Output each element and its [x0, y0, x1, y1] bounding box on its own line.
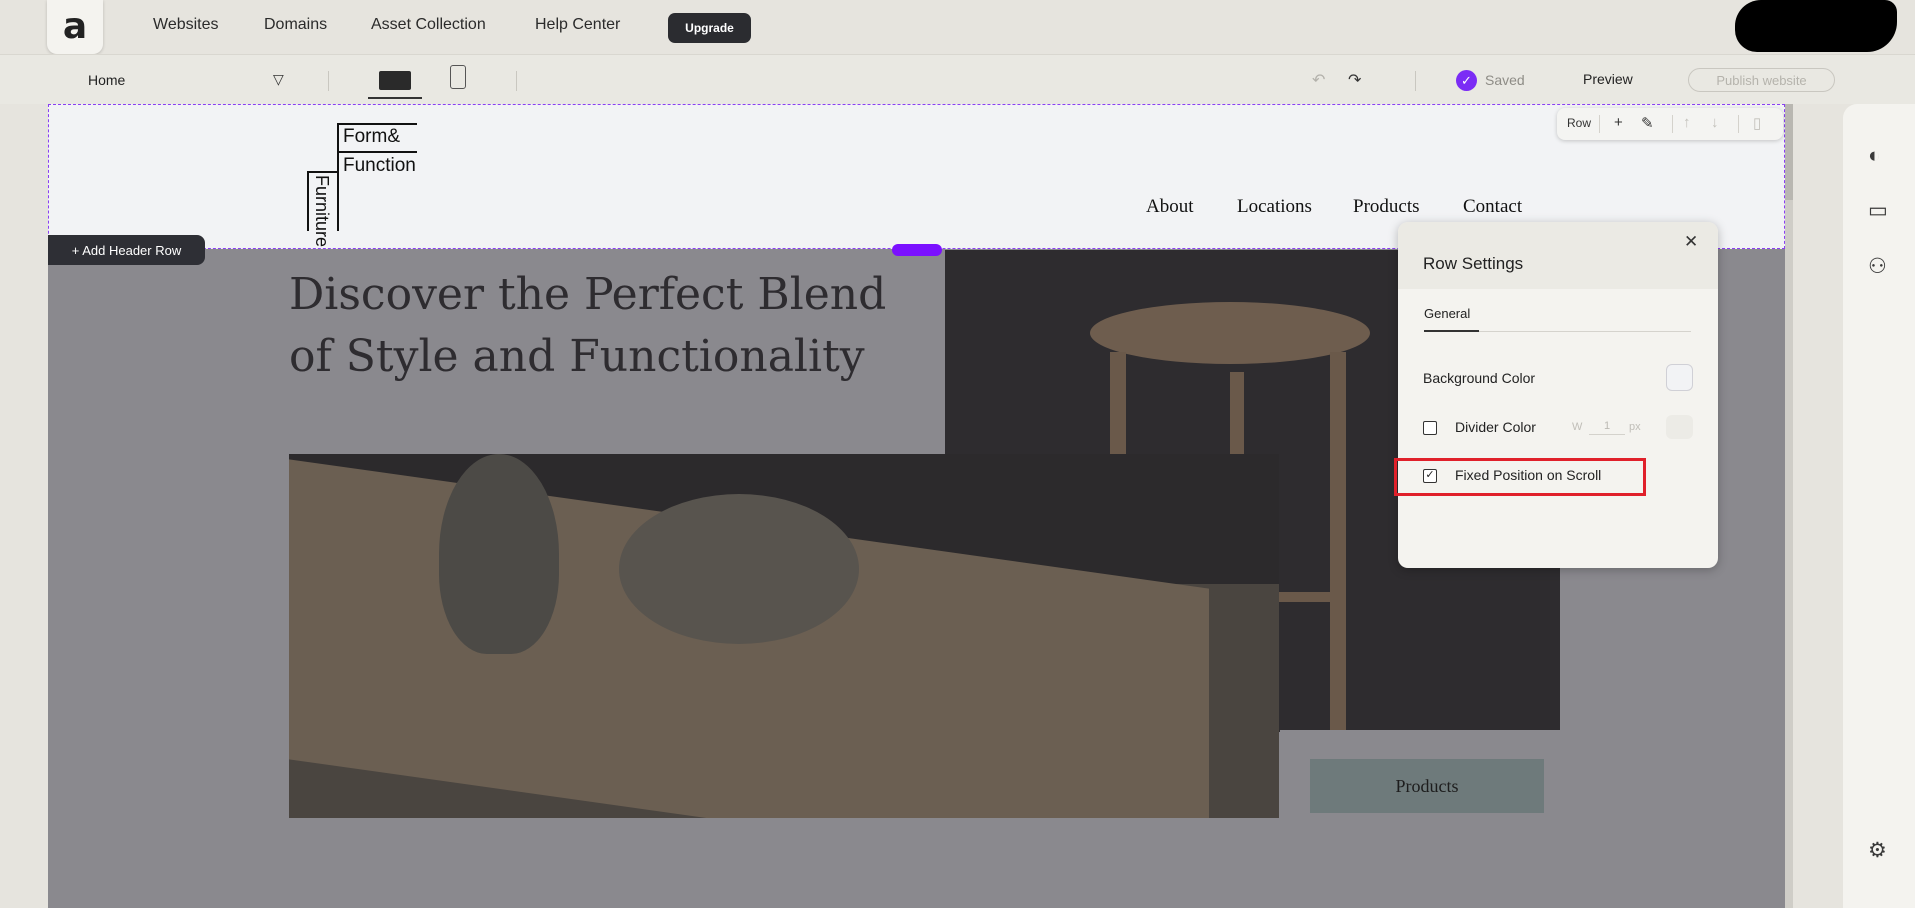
nav-asset-collection[interactable]: Asset Collection: [371, 16, 486, 34]
arrow-up-icon[interactable]: ↑: [1683, 114, 1691, 131]
app-logo[interactable]: a: [47, 0, 103, 54]
divider-color-checkbox[interactable]: [1423, 421, 1437, 435]
divider-color-label: Divider Color: [1455, 419, 1536, 435]
logo-line: [337, 123, 417, 125]
site-nav-contact[interactable]: Contact: [1463, 196, 1522, 218]
row-label: Row: [1567, 116, 1592, 130]
site-nav-products[interactable]: Products: [1353, 196, 1420, 218]
users-icon[interactable]: ⚇: [1868, 254, 1887, 279]
site-nav-locations[interactable]: Locations: [1237, 196, 1312, 218]
logo-line: [307, 171, 337, 173]
toolbar-divider: [516, 71, 517, 91]
panel-title: Row Settings: [1423, 254, 1524, 273]
arrow-down-icon[interactable]: ↓: [1711, 114, 1719, 131]
right-sidebar: ◐ ▭ ⚇ ⚙: [1843, 104, 1915, 908]
brand-logo[interactable]: Form& Function Furniture: [307, 123, 422, 247]
close-icon[interactable]: ✕: [1684, 232, 1698, 252]
toolbar-divider: [328, 71, 329, 91]
background-color-swatch[interactable]: [1666, 364, 1693, 391]
canvas-scroll-thumb[interactable]: [1785, 104, 1793, 200]
saved-status: Saved: [1485, 72, 1525, 88]
upgrade-button[interactable]: Upgrade: [668, 13, 751, 43]
stool-seat: [1090, 302, 1370, 364]
row-settings-panel: Row Settings ✕ General Background Color …: [1398, 222, 1718, 568]
logo-icon: a: [62, 6, 88, 47]
publish-button[interactable]: Publish website: [1688, 68, 1835, 92]
divider-unit-label: px: [1629, 421, 1641, 433]
desktop-icon: [379, 70, 411, 90]
chevron-down-icon[interactable]: ▽: [273, 71, 284, 88]
photo-vase: [619, 494, 859, 644]
plus-icon[interactable]: +: [1614, 114, 1623, 131]
row-tool-divider: [1738, 115, 1739, 133]
hero-products-button[interactable]: Products: [1310, 759, 1544, 813]
divider-color-swatch[interactable]: [1666, 415, 1693, 439]
stool-leg: [1330, 352, 1346, 732]
page-icon[interactable]: ▭: [1868, 198, 1888, 223]
row-resize-handle[interactable]: [892, 244, 942, 256]
redo-icon[interactable]: ↷: [1348, 70, 1361, 90]
nav-websites[interactable]: Websites: [153, 16, 219, 34]
brand-line2: Function: [343, 155, 416, 176]
photo-vase: [439, 454, 559, 654]
highlight-box: [1394, 458, 1646, 496]
hero-photo[interactable]: [289, 454, 1279, 818]
palette-icon[interactable]: ◐: [1868, 144, 1881, 168]
site-nav-about[interactable]: About: [1146, 196, 1194, 218]
nav-help-center[interactable]: Help Center: [535, 16, 620, 34]
row-tool-divider: [1672, 115, 1673, 133]
nav-domains[interactable]: Domains: [264, 16, 327, 34]
tab-active-indicator: [1424, 330, 1479, 332]
user-avatar[interactable]: [1735, 0, 1897, 52]
logo-line: [307, 171, 309, 231]
trash-icon[interactable]: ▯: [1753, 114, 1761, 132]
canvas-scrollbar[interactable]: [1785, 104, 1793, 908]
brand-line1: Form&: [343, 126, 400, 147]
background-color-label: Background Color: [1423, 370, 1536, 386]
row-toolbar: Row + ✎ ↑ ↓ ▯: [1557, 108, 1783, 140]
divider-width-label: W: [1572, 421, 1583, 433]
divider-width-input[interactable]: 1: [1589, 420, 1625, 435]
logo-line: [337, 151, 417, 153]
top-nav: a Websites Domains Asset Collection Help…: [0, 0, 1915, 54]
add-header-row-button[interactable]: + Add Header Row: [48, 235, 205, 265]
hero-headline[interactable]: Discover the Perfect Blend of Style and …: [289, 264, 929, 388]
undo-icon[interactable]: ↶: [1312, 70, 1325, 90]
preview-button[interactable]: Preview: [1583, 71, 1633, 87]
page-selector[interactable]: Home: [88, 72, 125, 88]
desktop-view-button[interactable]: [368, 63, 422, 99]
editor-toolbar: Home ▽ ↶ ↷ ✓ Saved Preview Publish websi…: [0, 54, 1915, 104]
check-icon: ✓: [1456, 70, 1477, 91]
logo-line: [337, 123, 339, 231]
toolbar-divider: [1415, 71, 1416, 91]
mobile-view-button[interactable]: [450, 65, 466, 89]
row-tool-divider: [1599, 115, 1600, 133]
tab-general[interactable]: General: [1424, 306, 1470, 321]
brand-vertical: Furniture: [312, 175, 332, 248]
gear-icon[interactable]: ⚙: [1868, 838, 1887, 863]
pencil-icon[interactable]: ✎: [1641, 114, 1654, 132]
